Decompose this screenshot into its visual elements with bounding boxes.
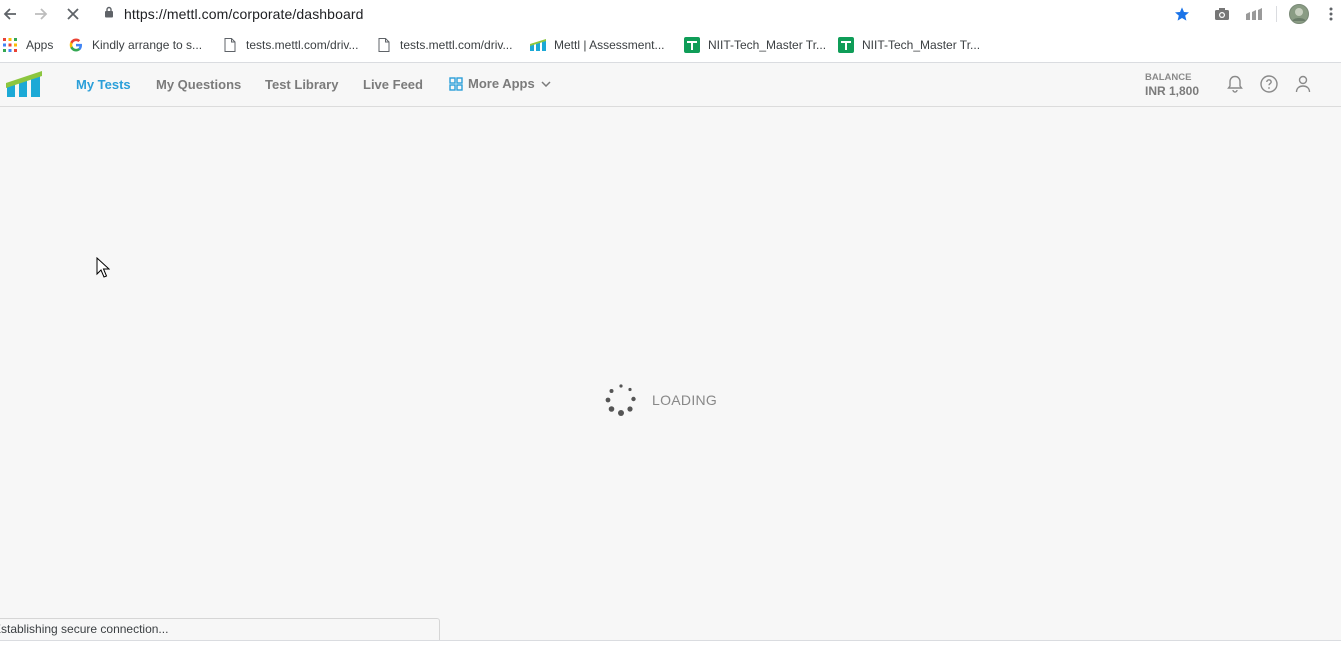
- mettl-icon: [530, 37, 546, 53]
- user-icon[interactable]: [1293, 74, 1313, 94]
- browser-menu-icon[interactable]: [1324, 3, 1338, 25]
- toolbar-divider: [1276, 6, 1277, 22]
- bell-icon[interactable]: [1225, 74, 1245, 94]
- camera-extension-icon[interactable]: [1212, 3, 1232, 25]
- bookmark-label: NIIT-Tech_Master Tr...: [862, 38, 981, 52]
- nav-live-feed[interactable]: Live Feed: [363, 77, 423, 92]
- help-icon[interactable]: [1259, 74, 1279, 94]
- app-header: My Tests My Questions Test Library Live …: [0, 63, 1341, 107]
- sheets-icon: [838, 37, 854, 53]
- url-text: https://mettl.com/corporate/dashboard: [124, 6, 364, 22]
- bookmark-tests-mettl-2[interactable]: tests.mettl.com/driv...: [376, 37, 512, 53]
- bookmark-kindly-arrange[interactable]: Kindly arrange to s...: [68, 37, 202, 53]
- chevron-down-icon: [541, 80, 551, 87]
- bookmark-label: Kindly arrange to s...: [92, 38, 203, 52]
- bookmarks-bar: Apps Kindly arrange to s... tests.mettl.…: [0, 28, 1341, 63]
- mettl-logo[interactable]: [6, 71, 42, 97]
- status-text: Establishing secure connection...: [0, 622, 169, 636]
- bookmark-label: NIIT-Tech_Master Tr...: [708, 38, 827, 52]
- mettl-extension-icon[interactable]: [1244, 3, 1264, 25]
- bookmark-tests-mettl-1[interactable]: tests.mettl.com/driv...: [222, 37, 358, 53]
- nav-my-questions[interactable]: My Questions: [156, 77, 241, 92]
- nav-test-library[interactable]: Test Library: [265, 77, 338, 92]
- balance-display: BALANCE INR 1,800: [1145, 73, 1199, 97]
- spinner-icon: [604, 383, 638, 417]
- stop-loading-icon[interactable]: [63, 4, 83, 24]
- loading-text: LOADING: [652, 392, 718, 408]
- bookmark-niit-tech-1[interactable]: NIIT-Tech_Master Tr...: [684, 37, 826, 53]
- back-icon[interactable]: [0, 4, 20, 24]
- apps-grid-icon: [2, 37, 18, 53]
- mouse-cursor-icon: [96, 256, 111, 284]
- more-apps-dropdown[interactable]: More Apps: [449, 76, 551, 91]
- address-bar[interactable]: https://mettl.com/corporate/dashboard: [104, 3, 364, 25]
- browser-toolbar: https://mettl.com/corporate/dashboard: [0, 0, 1341, 28]
- google-icon: [68, 37, 84, 53]
- bookmark-label: Apps: [26, 38, 54, 52]
- loading-indicator: LOADING: [604, 383, 717, 417]
- grid-icon: [449, 76, 463, 91]
- bottom-bar: [0, 640, 1341, 658]
- balance-label: BALANCE: [1145, 72, 1192, 83]
- nav-my-tests[interactable]: My Tests: [76, 77, 131, 92]
- balance-value: INR 1,800: [1145, 83, 1200, 98]
- bookmark-apps[interactable]: Apps: [2, 37, 53, 53]
- bookmark-niit-tech-2[interactable]: NIIT-Tech_Master Tr...: [838, 37, 980, 53]
- page-icon: [222, 37, 238, 53]
- bookmark-label: Mettl | Assessment...: [554, 38, 665, 52]
- lock-icon: [104, 5, 114, 23]
- bookmark-mettl-assessment[interactable]: Mettl | Assessment...: [530, 37, 664, 53]
- sheets-icon: [684, 37, 700, 53]
- bookmark-label: tests.mettl.com/driv...: [246, 38, 359, 52]
- bookmark-star-icon[interactable]: [1172, 3, 1192, 25]
- profile-avatar[interactable]: [1288, 3, 1310, 25]
- status-bubble: Establishing secure connection...: [0, 618, 440, 641]
- page-icon: [376, 37, 392, 53]
- forward-icon[interactable]: [31, 4, 51, 24]
- bookmark-label: tests.mettl.com/driv...: [400, 38, 513, 52]
- more-apps-label: More Apps: [468, 76, 535, 91]
